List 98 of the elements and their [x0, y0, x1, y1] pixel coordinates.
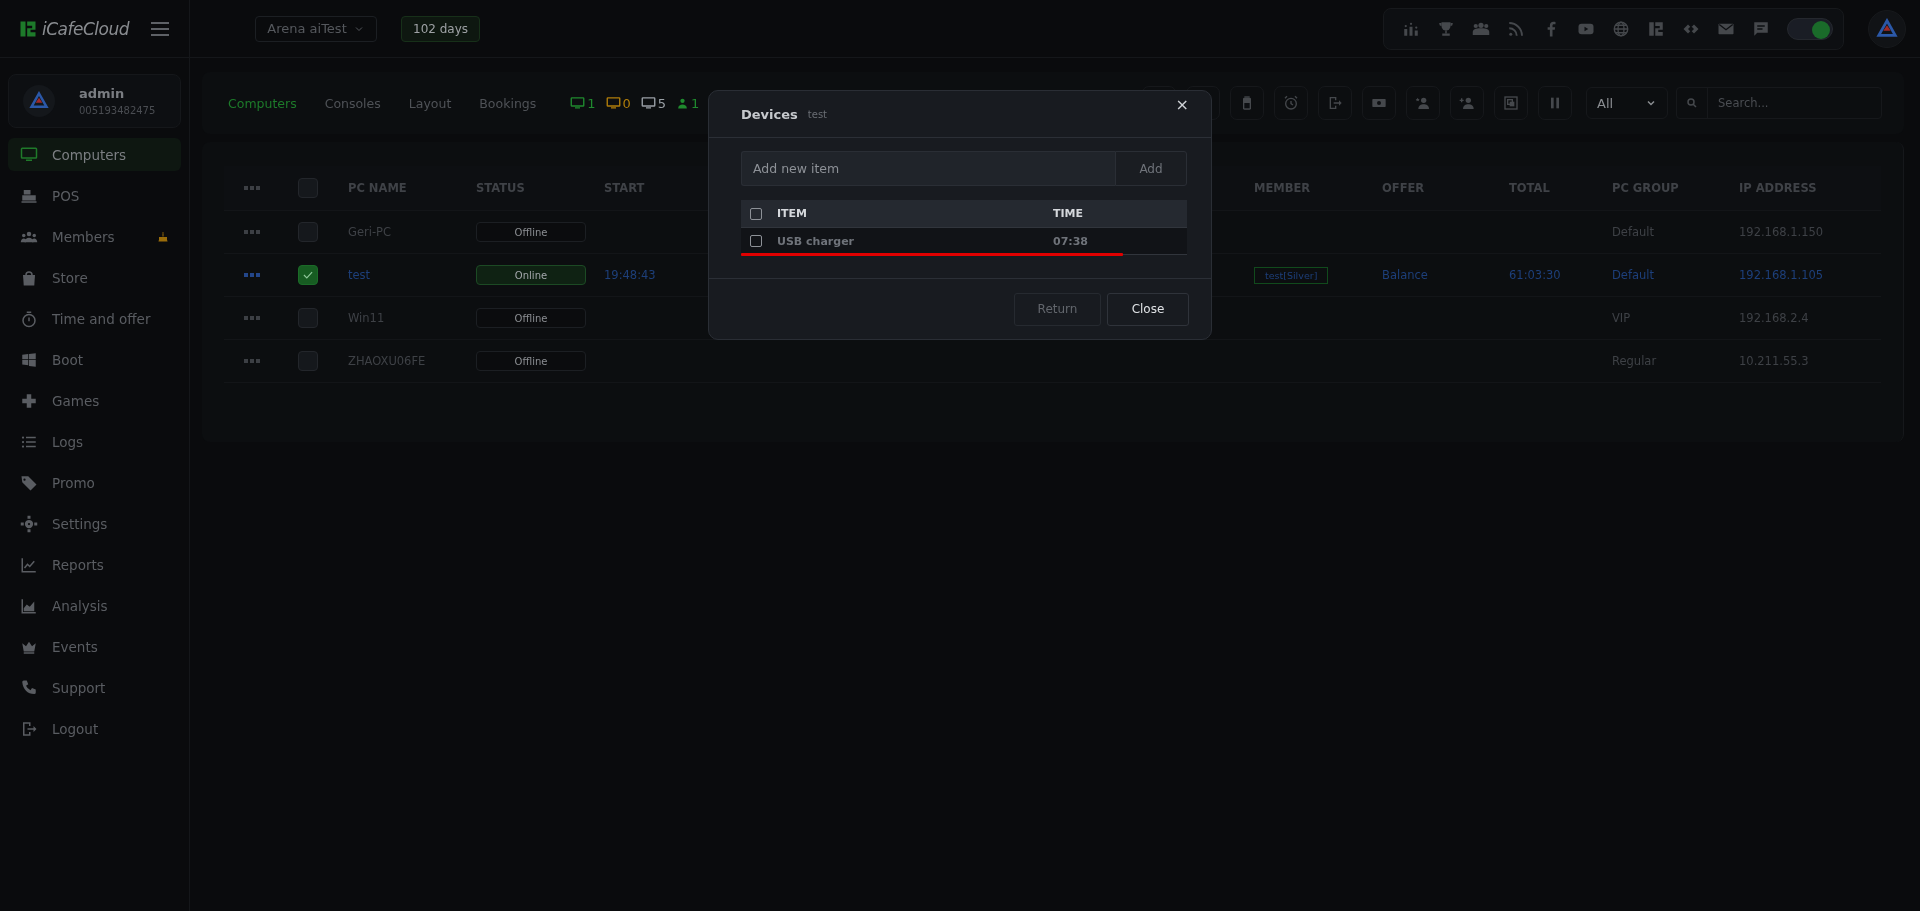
dialog-subtitle: test — [807, 108, 829, 120]
sidebar-item[interactable]: Promo — [8, 466, 181, 499]
windows-icon — [20, 350, 38, 369]
status-badge: Offline — [476, 222, 586, 242]
screen-swap-icon — [1503, 95, 1519, 111]
shopping-bag-icon — [20, 268, 38, 287]
table-cell-text: USB charger — [777, 234, 856, 248]
add-button[interactable]: Add — [1115, 151, 1187, 186]
counter: 0 — [605, 95, 631, 111]
table-cell-text: 07:38 — [1053, 234, 1089, 248]
table-cell: 192.168.1.105 — [1739, 268, 1824, 282]
table-cell: Balance — [1382, 268, 1428, 282]
trophy-icon — [1437, 19, 1455, 38]
tab[interactable]: Layout — [408, 95, 452, 111]
sidebar-item[interactable]: Support — [8, 671, 181, 704]
monitor-icon — [20, 145, 38, 164]
message-icon — [1752, 19, 1770, 38]
sidebar-item[interactable]: Logout — [8, 712, 181, 745]
dialog-title: Devices — [741, 106, 798, 122]
sidebar-item[interactable]: Games — [8, 384, 181, 417]
counter: 5 — [640, 95, 667, 111]
checkbox[interactable] — [298, 222, 318, 242]
member-badge: test[Silver] — [1254, 266, 1329, 284]
counter: 1 — [570, 95, 596, 111]
user-plus-icon — [1459, 95, 1475, 111]
user-star-icon — [1415, 95, 1431, 111]
rss-icon — [1507, 19, 1525, 38]
sidebar-item[interactable]: Logs — [8, 425, 181, 458]
menu-button[interactable] — [151, 21, 169, 36]
status-badge: Offline — [476, 351, 586, 371]
monitor-icon — [570, 95, 586, 111]
banknote-button[interactable] — [1362, 86, 1396, 120]
status-badge: Offline — [476, 308, 586, 328]
filter-select[interactable]: All — [1586, 87, 1668, 119]
screen-swap-button[interactable] — [1494, 86, 1528, 120]
table-cell: test — [348, 268, 371, 282]
stopwatch-icon — [20, 309, 38, 328]
sidebar-item[interactable]: Boot — [8, 343, 181, 376]
sidebar-item[interactable]: Store — [8, 261, 181, 294]
column-header: TIME — [1053, 207, 1085, 220]
battery-button[interactable] — [1230, 86, 1264, 120]
globe-icon — [1612, 19, 1630, 38]
monitor-icon — [605, 95, 621, 111]
checkbox[interactable] — [750, 207, 762, 220]
person-icon — [676, 96, 690, 110]
status-badge: Online — [476, 265, 586, 285]
table-cell: 19:48:43 — [604, 268, 656, 282]
theme-toggle[interactable] — [1787, 17, 1833, 40]
tab[interactable]: Computers — [228, 95, 297, 111]
phone-icon — [20, 678, 38, 697]
checkbox[interactable] — [298, 351, 318, 371]
exit-icon — [1327, 95, 1343, 111]
pause-button[interactable] — [1538, 86, 1572, 120]
search-field[interactable]: Search... — [1676, 87, 1882, 119]
gamepad-icon — [20, 391, 38, 410]
settings-icon — [20, 514, 38, 533]
search-input[interactable]: Search... — [1708, 95, 1870, 111]
user-id: 005193482475 — [79, 105, 156, 116]
alarm-clock-icon — [1283, 95, 1299, 111]
sidebar-item[interactable]: Reports — [8, 548, 181, 581]
sidebar-item[interactable]: Members — [8, 220, 181, 253]
user-name: admin — [79, 86, 126, 101]
triangle-logo-icon — [29, 91, 49, 111]
sidebar-item[interactable]: Settings — [8, 507, 181, 540]
checkbox[interactable] — [298, 265, 318, 285]
area-chart-icon — [20, 596, 38, 615]
avatar[interactable] — [1868, 9, 1906, 48]
user-plus-button[interactable] — [1450, 86, 1484, 120]
license-badge: 102 days — [401, 15, 481, 42]
tag-icon — [20, 473, 38, 492]
table-cell: 61:03:30 — [1509, 268, 1561, 282]
checkbox[interactable] — [298, 308, 318, 328]
user-star-button[interactable] — [1406, 86, 1440, 120]
triangle-logo-icon — [1876, 17, 1898, 40]
checkbox[interactable] — [298, 178, 318, 198]
brand-name: iCafeCloud — [42, 18, 129, 39]
sidebar-item[interactable]: Events — [8, 630, 181, 663]
exit-button[interactable] — [1318, 86, 1352, 120]
table-cell: Default — [1612, 268, 1655, 282]
sidebar-item[interactable]: Analysis — [8, 589, 181, 622]
logout-icon — [20, 719, 38, 738]
app-logo-icon — [1647, 19, 1665, 38]
dialog-button[interactable]: Close — [1107, 292, 1189, 326]
close-button[interactable]: × — [1175, 95, 1189, 114]
alarm-clock-button[interactable] — [1274, 86, 1308, 120]
sidebar-item[interactable]: Time and offer — [8, 302, 181, 335]
input-field[interactable]: Add new item — [741, 151, 1115, 186]
line-chart-icon — [20, 555, 38, 574]
cafe-select[interactable]: Arena aiTest — [255, 15, 377, 42]
sidebar-item[interactable]: Computers — [8, 138, 181, 171]
monitor-icon — [640, 95, 656, 111]
tab[interactable]: Consoles — [324, 95, 381, 111]
tab[interactable]: Bookings — [479, 95, 537, 111]
column-header: ITEM — [777, 207, 809, 220]
checkbox[interactable] — [750, 235, 762, 247]
sidebar-item[interactable]: POS — [8, 179, 181, 212]
counter: 1 — [676, 95, 700, 111]
search-icon — [1686, 97, 1698, 109]
